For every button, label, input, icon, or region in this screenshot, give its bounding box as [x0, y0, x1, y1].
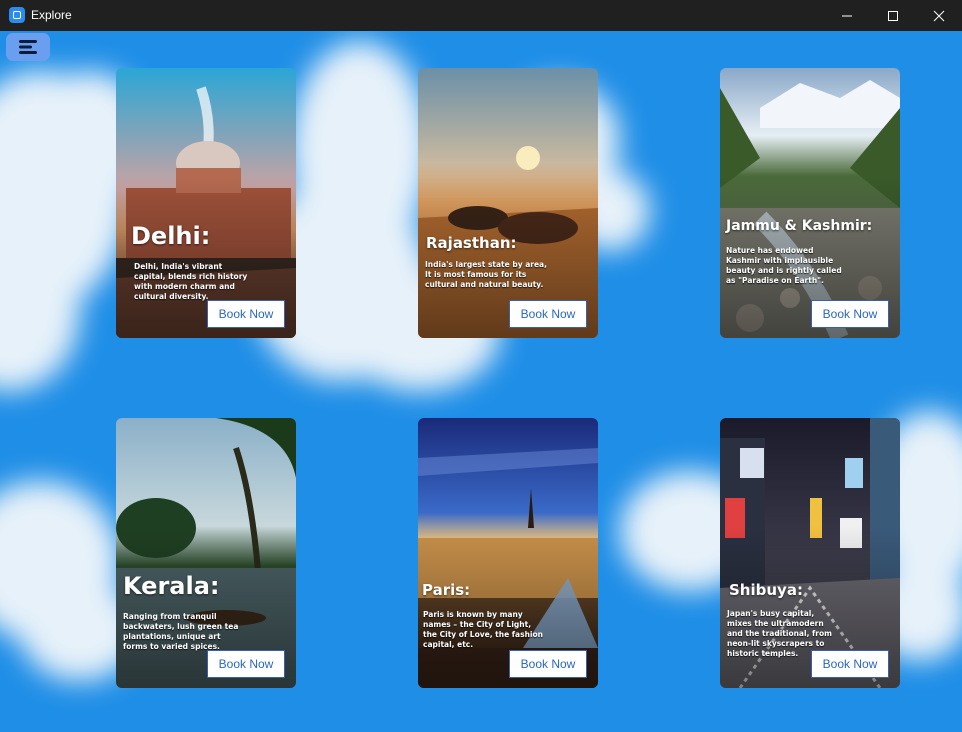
close-icon — [933, 10, 945, 22]
destination-card-delhi[interactable]: Delhi: Delhi, India's vibrant capital, b… — [116, 68, 296, 338]
book-now-button[interactable]: Book Now — [509, 650, 587, 678]
close-button[interactable] — [916, 0, 962, 31]
card-title: Jammu & Kashmir: — [726, 218, 873, 234]
app-icon — [9, 7, 25, 23]
card-title: Rajasthan: — [426, 234, 517, 252]
card-title: Delhi: — [131, 222, 211, 250]
card-title: Paris: — [422, 581, 471, 599]
hamburger-menu-icon — [19, 40, 37, 54]
book-now-button[interactable]: Book Now — [811, 650, 889, 678]
minimize-button[interactable] — [824, 0, 870, 31]
card-description: Paris is known by many names – the City … — [423, 610, 543, 649]
book-now-button[interactable]: Book Now — [207, 650, 285, 678]
window-title: Explore — [31, 8, 72, 22]
destination-card-jammu-kashmir[interactable]: Jammu & Kashmir: Nature has endowed Kash… — [720, 68, 900, 338]
card-shade — [418, 68, 598, 338]
card-shade — [720, 68, 900, 338]
hamburger-menu-button[interactable] — [6, 33, 50, 61]
maximize-button[interactable] — [870, 0, 916, 31]
card-description: Nature has endowed Kashmir with implausi… — [726, 246, 842, 285]
book-now-button[interactable]: Book Now — [207, 300, 285, 328]
card-description: Delhi, India's vibrant capital, blends r… — [134, 262, 248, 301]
destination-card-shibuya[interactable]: Shibuya: Japan's busy capital, mixes the… — [720, 418, 900, 688]
card-title: Kerala: — [123, 572, 220, 600]
minimize-icon — [842, 15, 852, 17]
title-bar[interactable]: Explore — [0, 0, 962, 31]
destination-card-kerala[interactable]: Kerala: Ranging from tranquil backwaters… — [116, 418, 296, 688]
book-now-button[interactable]: Book Now — [509, 300, 587, 328]
card-description: India's largest state by area, It is mos… — [425, 260, 547, 289]
destination-card-paris[interactable]: Paris: Paris is known by many names – th… — [418, 418, 598, 688]
card-title: Shibuya: — [729, 581, 803, 599]
app-window: Explore Delhi: Delhi, India's vibrant ca… — [0, 0, 962, 732]
card-description: Ranging from tranquil backwaters, lush g… — [123, 612, 239, 651]
maximize-icon — [888, 11, 898, 21]
explore-page: Delhi: Delhi, India's vibrant capital, b… — [0, 31, 962, 732]
destination-card-rajasthan[interactable]: Rajasthan: India's largest state by area… — [418, 68, 598, 338]
book-now-button[interactable]: Book Now — [811, 300, 889, 328]
